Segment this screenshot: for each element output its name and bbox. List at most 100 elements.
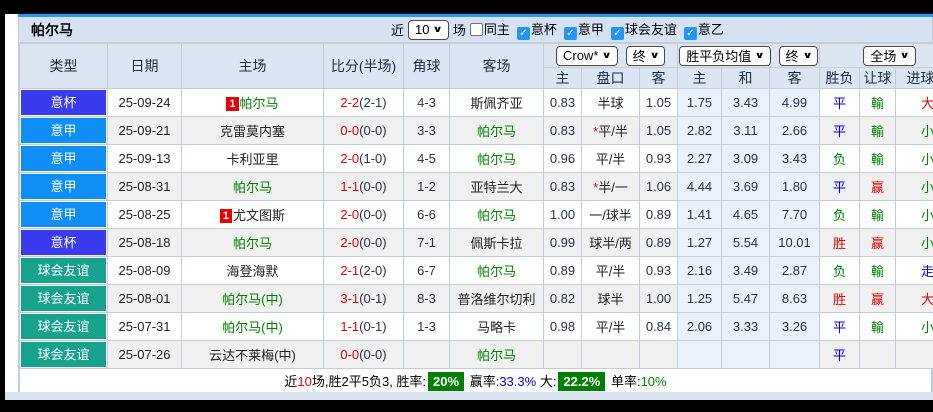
avg-home-cell: 1.25 [677,284,723,313]
odds-away-cell: 1.05 [638,88,679,117]
away-team-name: 普洛维尔切利 [457,292,536,307]
checkbox-checked[interactable]: ✓ [516,27,530,40]
competition-type-cell: 球会友谊 [19,312,108,341]
corner-score-cell: 3-3 [403,116,450,145]
halftime-score: (0-0) [359,347,387,362]
checkbox-checked[interactable]: ✓ [683,27,697,40]
odds-away-cell: 1.00 [638,284,679,313]
bookmaker-select[interactable]: Crow* ∨ [555,45,618,66]
home-team-name: 尤文图斯 [233,208,286,223]
odds-away-cell: 0.89 [638,228,679,257]
avg-home-cell [677,340,723,369]
home-team-cell: 海登海默 [181,256,324,285]
competition-type-badge: 球会友谊 [21,286,106,311]
matches-label: 场 [452,23,466,38]
away-team-cell: 马略卡 [449,312,544,341]
match-count-value: 10 [415,22,430,37]
home-team-name: 帕尔马 [232,180,272,195]
avg-away-cell: 8.63 [769,284,821,313]
handicap-result-cell: 輸 [859,88,897,117]
subheader-cell: 胜负 [819,67,861,89]
score-cell: 2-0(0-0) [323,228,404,257]
fulltime-score: 2-0 [340,207,360,222]
competition-type-cell: 球会友谊 [19,284,108,313]
away-team-cell: 帕尔马 [449,340,544,369]
avg-away-cell: 3.43 [769,144,821,173]
corner-score-cell: 1-2 [403,172,450,201]
competition-type-badge: 意杯 [21,230,106,255]
home-team-name: 帕尔马 [232,236,272,251]
match-date-cell: 25-07-26 [107,340,182,369]
odds-time-select[interactable]: 终 ∨ [625,45,666,66]
checkbox-label: 意杯 [530,22,557,37]
away-team-cell: 亚特兰大 [449,172,544,201]
period-select[interactable]: 全场 ∨ [863,45,916,66]
subheader-cell: 客 [769,67,821,89]
chevron-down-icon: ∨ [802,50,813,60]
halftime-score: (0-0) [359,235,387,250]
footer-summary: 场,胜2平5负3, 胜率: [311,374,427,389]
table-zone: 帕尔马 近 10∨ 场 同主✓意杯✓意甲✓球会友谊✓意乙 类型 [18,14,933,400]
avg-draw-cell: 3.43 [721,88,771,117]
avg-time-select[interactable]: 终 ∨ [778,45,818,66]
match-row: 意杯 25-09-24 1 帕尔马 2-2(2-1) 4-3 斯佩齐亚 0.83 半球 1.05 1… [19,88,933,117]
match-row: 球会友谊 25-07-26 云达不莱梅(中) 0-0(0-0) 帕尔马 平 [19,340,933,369]
avg-home-cell: 1.27 [677,228,723,257]
checkbox-checked[interactable]: ✓ [610,27,624,40]
halftime-score: (1-0) [359,151,387,166]
away-team-cell: 帕尔马 [449,116,544,145]
competition-type-badge: 球会友谊 [21,314,106,339]
footer-single-pct: 10% [640,374,667,389]
subheader-cell: 客 [638,67,679,89]
checkbox-checked[interactable]: ✓ [563,27,577,40]
corner-score-cell: 6-7 [403,256,450,285]
competition-type-badge: 意甲 [21,118,106,143]
away-team-name: 帕尔马 [476,348,516,363]
outcome-cell: 平 [819,312,861,341]
red-card-badge: 1 [226,97,239,111]
outcome-cell: 负 [819,144,861,173]
fulltime-score: 0-0 [340,123,360,138]
bookmaker-value: Crow* [562,48,599,63]
goals-result-cell: 小 [895,116,933,145]
odds-time-value: 终 [632,49,646,64]
handicap-result-cell: 赢 [859,172,897,201]
match-row: 意甲 25-09-21 克雷莫内塞 0-0(0-0) 3-3 帕尔马 0.83 *平/半 1.0… [19,116,933,145]
avg-draw-cell: 3.49 [721,256,771,285]
halftime-score: (2-0) [359,263,387,278]
match-date-cell: 25-08-09 [107,256,182,285]
score-cell: 3-1(0-1) [323,284,404,313]
avg-draw-cell: 3.69 [721,172,771,201]
match-row: 球会友谊 25-08-01 帕尔马(中) 3-1(0-1) 8-3 普洛维尔切利 0.82 球… [19,284,933,313]
checkbox-unchecked[interactable] [469,23,483,36]
goals-result-cell: 小 [895,144,933,173]
avg-select[interactable]: 胜平负均值 ∨ [679,45,771,66]
away-team-name: 帕尔马 [476,124,516,139]
goals-result-cell: 大 [895,88,933,117]
outcome-cell: 负 [819,256,861,285]
fulltime-score: 0-0 [340,347,360,362]
goals-result-cell: 小 [895,200,933,229]
competition-type-badge: 意甲 [21,202,106,227]
corner-score-cell: 6-6 [403,200,450,229]
match-count-select[interactable]: 10 ∨ [408,19,449,40]
home-team-cell: 帕尔马(中) [181,312,324,341]
home-team-name: 帕尔马(中) [222,292,283,307]
footer-count: 10 [297,374,312,389]
corner-score-cell [403,340,450,369]
corner-score-cell: 4-3 [403,88,450,117]
handicap-line-cell: 平/半 [581,256,640,285]
avg-draw-cell: 4.65 [721,200,771,229]
chevron-down-icon: ∨ [433,24,444,34]
outcome-cell: 平 [819,172,861,201]
avg-home-cell: 2.82 [677,116,723,145]
footer-yl-label: 赢率: [469,374,500,389]
avg-time-value: 终 [785,49,799,64]
away-team-cell: 斯佩齐亚 [449,88,544,117]
handicap-line-cell: 平/半 [581,144,640,173]
halftime-score: (0-1) [359,319,387,334]
score-cell: 2-0(1-0) [323,144,404,173]
fulltime-score: 1-1 [340,179,360,194]
fulltime-score: 2-0 [340,235,360,250]
header-home: 主场 [181,43,324,89]
